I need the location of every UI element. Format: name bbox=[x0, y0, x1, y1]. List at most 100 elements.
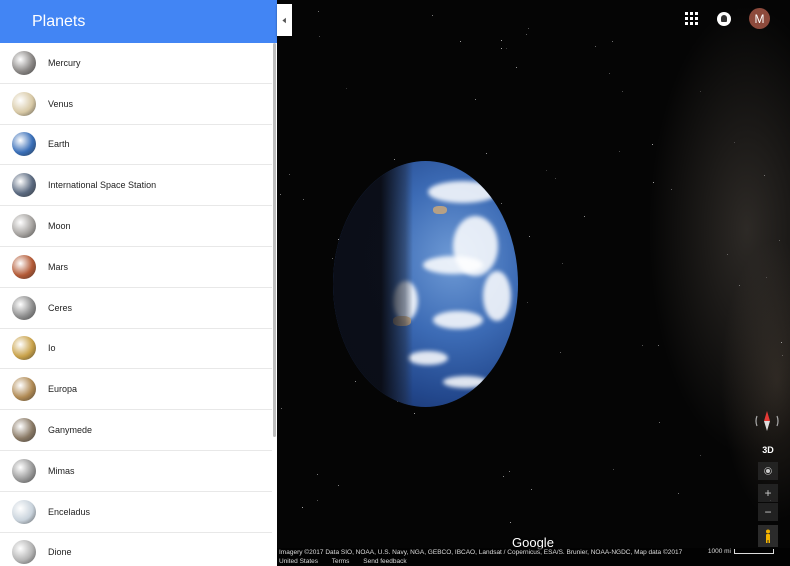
star bbox=[432, 15, 433, 16]
my-location-button[interactable] bbox=[758, 462, 778, 480]
pegman-icon[interactable] bbox=[758, 525, 778, 547]
star bbox=[562, 263, 563, 264]
star bbox=[622, 91, 623, 92]
planet-list-item[interactable]: Io bbox=[0, 329, 272, 370]
planet-list-item[interactable]: Moon bbox=[0, 206, 272, 247]
sidebar-scrollbar[interactable] bbox=[273, 43, 276, 437]
sidebar-header: Planets bbox=[0, 0, 277, 43]
star bbox=[642, 345, 643, 346]
earth-globe[interactable] bbox=[333, 161, 518, 407]
planet-list-item[interactable]: International Space Station bbox=[0, 165, 272, 207]
planet-thumbnail bbox=[12, 377, 36, 402]
star bbox=[509, 471, 510, 472]
planet-list-item[interactable]: Europa bbox=[0, 369, 272, 411]
star bbox=[414, 413, 415, 414]
zoom-in-button[interactable]: + bbox=[758, 484, 778, 502]
compass-button[interactable] bbox=[752, 408, 782, 434]
star bbox=[658, 345, 659, 346]
star bbox=[782, 355, 783, 356]
star bbox=[338, 485, 339, 486]
star bbox=[501, 40, 502, 41]
top-controls: M bbox=[685, 8, 770, 29]
planet-list-item[interactable]: Mimas bbox=[0, 451, 272, 492]
star bbox=[766, 277, 767, 278]
star bbox=[501, 203, 502, 204]
star bbox=[659, 422, 660, 423]
planet-thumbnail bbox=[12, 418, 36, 443]
star bbox=[317, 500, 318, 501]
country-label: United States bbox=[279, 558, 319, 565]
planet-list-item[interactable]: Enceladus bbox=[0, 492, 272, 533]
collapse-sidebar-button[interactable] bbox=[277, 4, 292, 36]
planet-list-item[interactable]: Dione bbox=[0, 533, 272, 566]
space-map-canvas[interactable] bbox=[277, 0, 790, 566]
planet-label: Enceladus bbox=[48, 506, 91, 517]
star bbox=[555, 178, 556, 179]
planet-thumbnail bbox=[12, 336, 36, 361]
planet-thumbnail bbox=[12, 458, 36, 483]
star bbox=[394, 159, 395, 160]
send-feedback-link[interactable]: Send feedback bbox=[363, 558, 406, 565]
planet-list-item[interactable]: Ganymede bbox=[0, 410, 272, 451]
planet-thumbnail bbox=[12, 540, 36, 565]
planet-thumbnail bbox=[12, 499, 36, 524]
star bbox=[727, 254, 728, 255]
zoom-out-button[interactable]: − bbox=[758, 503, 778, 521]
star bbox=[346, 88, 347, 89]
planet-label: Earth bbox=[48, 139, 70, 150]
star bbox=[779, 240, 780, 241]
star bbox=[303, 199, 304, 200]
star bbox=[506, 48, 507, 49]
planet-label: International Space Station bbox=[48, 180, 157, 191]
star bbox=[700, 455, 701, 456]
star bbox=[612, 41, 613, 42]
google-maps-space-view: Planets Mercury Venus Earth International S… bbox=[0, 0, 790, 566]
planet-label: Ceres bbox=[48, 302, 73, 313]
planet-thumbnail bbox=[12, 132, 36, 157]
3d-toggle-button[interactable]: 3D bbox=[758, 441, 778, 459]
planet-thumbnail bbox=[12, 254, 36, 279]
location-icon bbox=[764, 467, 772, 475]
planet-label: Moon bbox=[48, 221, 71, 232]
planet-label: Io bbox=[48, 343, 56, 354]
star bbox=[700, 91, 701, 92]
planet-list-item[interactable]: Ceres bbox=[0, 288, 272, 329]
planet-label: Ganymede bbox=[48, 425, 93, 436]
star bbox=[486, 153, 487, 154]
star bbox=[302, 507, 303, 508]
star bbox=[501, 48, 502, 49]
planet-thumbnail bbox=[12, 50, 36, 75]
star bbox=[595, 46, 596, 47]
star bbox=[475, 99, 476, 100]
star bbox=[527, 302, 528, 303]
avatar[interactable]: M bbox=[749, 8, 770, 29]
star bbox=[652, 144, 653, 145]
notifications-icon[interactable] bbox=[717, 11, 731, 26]
star bbox=[529, 236, 530, 237]
planet-list-item[interactable]: Earth bbox=[0, 125, 272, 166]
star bbox=[531, 489, 532, 490]
terms-link[interactable]: Terms bbox=[332, 558, 350, 565]
star bbox=[781, 342, 782, 343]
planet-thumbnail bbox=[12, 295, 36, 320]
planet-list-item[interactable]: Mercury bbox=[0, 43, 272, 84]
star bbox=[609, 73, 610, 74]
star bbox=[560, 352, 561, 353]
planet-label: Mars bbox=[48, 261, 68, 272]
planet-label: Mercury bbox=[48, 57, 81, 68]
planet-thumbnail bbox=[12, 214, 36, 239]
planet-list-item[interactable]: Mars bbox=[0, 247, 272, 288]
apps-grid-icon[interactable] bbox=[685, 11, 699, 26]
chevron-left-icon bbox=[282, 17, 286, 23]
star bbox=[764, 175, 765, 176]
planets-sidebar: Planets Mercury Venus Earth International S… bbox=[0, 0, 277, 566]
scale-bar[interactable]: 1000 mi bbox=[708, 548, 774, 555]
star bbox=[280, 194, 281, 195]
planet-list-item[interactable]: Venus bbox=[0, 84, 272, 125]
star bbox=[516, 67, 517, 68]
star bbox=[460, 41, 461, 42]
star bbox=[584, 216, 585, 217]
star bbox=[510, 522, 511, 523]
star bbox=[613, 469, 614, 470]
star bbox=[281, 408, 282, 409]
